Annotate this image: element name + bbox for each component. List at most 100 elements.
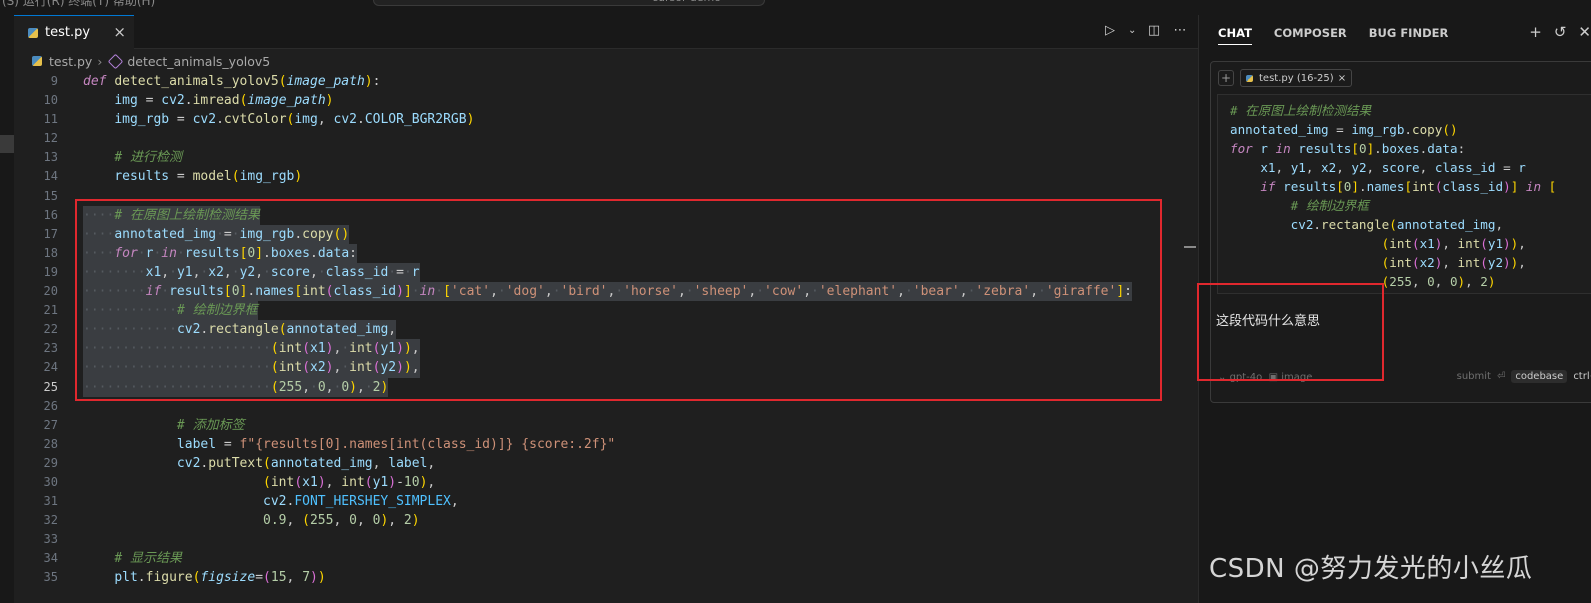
history-icon[interactable]: ↺: [1554, 23, 1567, 41]
submit-button[interactable]: submit: [1457, 371, 1491, 382]
code-line[interactable]: 11 img_rgb = cv2.cvtColor(img, cv2.COLOR…: [14, 110, 1198, 129]
line-number: 29: [43, 455, 58, 470]
context-pill-close-icon[interactable]: ×: [1338, 73, 1346, 84]
python-file-icon: [1246, 74, 1253, 82]
code-line[interactable]: 27 # 添加标签: [14, 416, 1198, 435]
snippet-line: (int(x2), int(y2)),: [1381, 255, 1526, 270]
split-editor-icon[interactable]: ◫: [1146, 23, 1162, 39]
editor-actions: ▷ ⌄ ◫ ⋯: [1102, 23, 1188, 39]
snippet-line: annotated_img = img_rgb.copy(): [1230, 122, 1458, 137]
context-pill-label: test.py (16-25): [1259, 72, 1334, 84]
code-line[interactable]: 10 img = cv2.imread(image_path): [14, 91, 1198, 110]
snippet-line: for r in results[0].boxes.data:: [1230, 141, 1466, 156]
breadcrumb: test.py › detect_animals_yolov5: [32, 52, 270, 70]
activity-bar: [0, 15, 14, 603]
code-line[interactable]: 32 0.9, (255, 0, 0), 2): [14, 511, 1198, 530]
code-line[interactable]: 35 plt.figure(figsize=(15, 7)): [14, 568, 1198, 587]
codebase-shortcut: ctrl+: [1573, 371, 1591, 382]
snippet-line: # 绘制边界框: [1290, 198, 1369, 213]
code-line[interactable]: 34 # 显示结果: [14, 549, 1198, 568]
command-center[interactable]: cursor-demo: [373, 0, 765, 6]
line-number: 18: [43, 245, 58, 260]
line-number: 34: [43, 551, 58, 566]
snippet-line: x1, y1, x2, y2, score, class_id = r: [1260, 160, 1526, 175]
line-number: 35: [43, 570, 58, 585]
snippet-line: # 在原图上绘制检测结果: [1230, 103, 1372, 118]
code-text: cv2.putText(annotated_img, label,: [176, 455, 436, 471]
line-number: 12: [43, 131, 58, 146]
code-text: img_rgb = cv2.cvtColor(img, cv2.COLOR_BG…: [114, 112, 475, 128]
line-number: 23: [43, 341, 58, 356]
code-line[interactable]: 29 cv2.putText(annotated_img, label,: [14, 454, 1198, 473]
context-pill[interactable]: test.py (16-25) ×: [1240, 69, 1353, 87]
tab-bug-finder[interactable]: BUG FINDER: [1369, 26, 1449, 40]
close-icon[interactable]: ✕: [1578, 23, 1591, 41]
code-snippet: # 在原图上绘制检测结果 annotated_img = img_rgb.copy…: [1217, 94, 1591, 294]
line-number: 28: [43, 436, 58, 451]
line-number: 25: [43, 379, 58, 394]
line-number: 22: [43, 322, 58, 337]
line-number: 19: [43, 264, 58, 279]
line-number: 32: [43, 513, 58, 528]
watermark: CSDN @努力发光的小丝瓜: [1209, 554, 1533, 584]
activity-item-marker[interactable]: [0, 135, 14, 153]
line-number: 30: [43, 474, 58, 489]
tab-close-icon[interactable]: ×: [113, 23, 126, 41]
code-text: (int(x1), int(y1)-10),: [263, 474, 436, 490]
line-number: 14: [43, 169, 58, 184]
chat-header-actions: + ↺ ✕: [1529, 23, 1591, 41]
code-text: img = cv2.imread(image_path): [114, 93, 334, 109]
code-line[interactable]: 14 results = model(img_rgb): [14, 167, 1198, 186]
code-text: label = f"{results[0].names[int(class_id…: [176, 436, 616, 452]
menu-bar[interactable]: (S) 运行(R) 终端(T) 帮助(H): [2, 0, 155, 9]
breadcrumb-symbol[interactable]: detect_animals_yolov5: [127, 54, 270, 69]
tab-test-py[interactable]: test.py ×: [14, 15, 134, 49]
command-center-label: cursor-demo: [652, 0, 721, 4]
python-file-icon: [28, 27, 38, 38]
codebase-button[interactable]: codebase: [1511, 370, 1568, 383]
editor-tab-bar: test.py × ▷ ⌄ ◫ ⋯: [14, 15, 1198, 49]
submit-actions: submit ⏎ codebase ctrl+: [1457, 370, 1591, 383]
line-number: 17: [43, 226, 58, 241]
snippet-line: (int(x1), int(y1)),: [1381, 236, 1526, 251]
add-context-button[interactable]: +: [1218, 70, 1234, 86]
tab-label: test.py: [45, 25, 91, 40]
code-line[interactable]: 33: [14, 530, 1198, 549]
line-number: 27: [43, 417, 58, 432]
tab-chat[interactable]: CHAT: [1218, 26, 1252, 45]
line-number: 10: [43, 93, 58, 108]
code-line[interactable]: 12: [14, 129, 1198, 148]
code-text: # 进行检测: [114, 150, 182, 166]
python-file-icon: [32, 56, 42, 66]
highlight-box-question: [1197, 283, 1384, 381]
code-line[interactable]: 13 # 进行检测: [14, 148, 1198, 167]
code-text: def detect_animals_yolov5(image_path):: [83, 74, 381, 89]
chevron-down-icon[interactable]: ⌄: [1128, 23, 1136, 39]
run-icon[interactable]: ▷: [1102, 23, 1118, 39]
code-line[interactable]: 30 (int(x1), int(y1)-10),: [14, 473, 1198, 492]
code-text: 0.9, (255, 0, 0), 2): [263, 513, 420, 529]
line-number: 15: [43, 188, 58, 203]
line-number: 21: [43, 303, 58, 318]
plus-icon[interactable]: +: [1529, 23, 1542, 41]
more-icon[interactable]: ⋯: [1172, 23, 1188, 39]
highlight-box-code: [75, 199, 1162, 401]
scrollbar-marker[interactable]: [1184, 246, 1196, 248]
title-bar: (S) 运行(R) 终端(T) 帮助(H) cursor-demo: [0, 0, 1591, 15]
code-line[interactable]: 9 def detect_animals_yolov5(image_path):: [14, 72, 1198, 91]
code-text: plt.figure(figsize=(15, 7)): [114, 570, 326, 586]
breadcrumb-file[interactable]: test.py: [49, 54, 92, 69]
code-text: # 显示结果: [114, 551, 182, 567]
symbol-method-icon: [108, 53, 124, 69]
snippet-line: cv2.rectangle(annotated_img,: [1290, 217, 1504, 232]
line-number: 26: [43, 398, 58, 413]
line-number: 16: [43, 207, 58, 222]
code-text: # 添加标签: [176, 417, 245, 433]
code-text: cv2.FONT_HERSHEY_SIMPLEX,: [263, 494, 459, 510]
code-line[interactable]: 31 cv2.FONT_HERSHEY_SIMPLEX,: [14, 492, 1198, 511]
line-number: 20: [43, 284, 58, 299]
code-line[interactable]: 28 label = f"{results[0].names[int(class…: [14, 435, 1198, 454]
tab-composer[interactable]: COMPOSER: [1274, 26, 1347, 40]
